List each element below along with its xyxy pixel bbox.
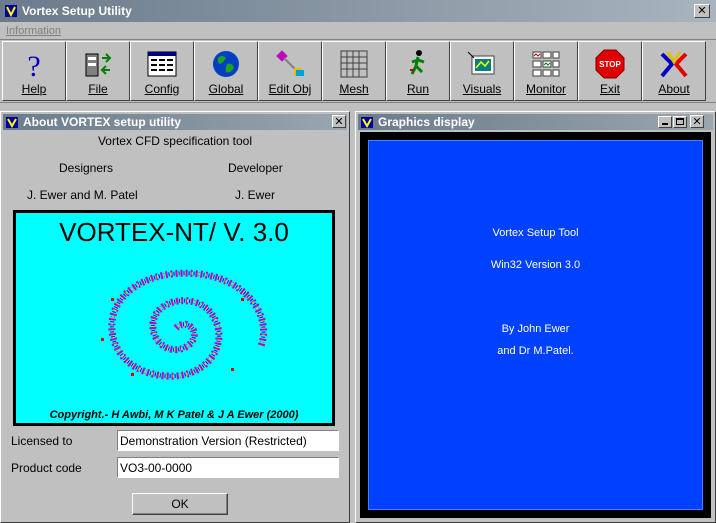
graphics-line-4: and Dr M.Patel. [497, 345, 574, 357]
global-label: Global [208, 82, 244, 96]
graphics-line-3: By John Ewer [501, 323, 570, 335]
app-title: Vortex Setup Utility [22, 4, 132, 18]
maximize-button[interactable] [673, 116, 687, 128]
licensed-label: Licensed to [11, 434, 73, 448]
designers-heading: Designers [59, 161, 114, 175]
about-subtitle: Vortex CFD specification tool [97, 134, 253, 148]
edit-object-icon [276, 50, 304, 76]
graphics-title-bar: Graphics display ✕ [358, 114, 713, 130]
ok-button[interactable]: OK [132, 493, 228, 515]
help-button[interactable]: ? Help [2, 41, 66, 101]
help-icon: ? [27, 50, 40, 80]
logo-title: VORTEX-NT/ V. 3.0 [59, 217, 289, 247]
global-button[interactable]: Global [194, 41, 258, 101]
runner-icon [410, 50, 425, 75]
spiral-graphic [101, 269, 268, 380]
product-code-field: VO3-00-0000 [117, 457, 339, 478]
menu-item-information[interactable]: Information [6, 25, 61, 37]
app-title-bar: Vortex Setup Utility ✕ [0, 0, 716, 22]
help-label: Help [21, 82, 47, 96]
config-button[interactable]: Config [130, 41, 194, 101]
mesh-grid-icon [340, 50, 368, 78]
visuals-button[interactable]: Visuals [450, 41, 514, 101]
vortex-logo: VORTEX-NT/ V. 3.0 Copyright.- H Awbi, M … [13, 210, 335, 426]
file-icon [85, 53, 112, 77]
run-button[interactable]: Run [386, 41, 450, 101]
developer-name: J. Ewer [235, 188, 276, 202]
window-icon [361, 116, 373, 128]
app-icon [5, 5, 17, 18]
visuals-icon [467, 51, 495, 75]
logo-copyright: Copyright.- H Awbi, M K Patel & J A Ewer… [49, 409, 299, 421]
toolbar: ? Help File Config Global Edit Obj Mesh … [0, 41, 716, 103]
edit-obj-button[interactable]: Edit Obj [258, 41, 322, 101]
developer-heading: Developer [228, 161, 283, 175]
exit-label: Exit [599, 82, 620, 96]
licensed-field: Demonstration Version (Restricted) [117, 430, 339, 451]
edit-obj-label: Edit Obj [268, 82, 312, 96]
graphics-close-button[interactable]: ✕ [690, 115, 704, 128]
globe-icon [213, 51, 239, 77]
graphics-window: Graphics display ✕ Vortex Setup Tool Win… [355, 111, 716, 523]
minimize-button[interactable] [658, 116, 672, 128]
mesh-button[interactable]: Mesh [322, 41, 386, 101]
about-title: About VORTEX setup utility [23, 115, 181, 129]
window-icon [6, 116, 18, 128]
mesh-label: Mesh [339, 82, 369, 96]
run-label: Run [406, 82, 429, 96]
about-button[interactable]: About [642, 41, 706, 101]
app-close-button[interactable]: ✕ [694, 4, 710, 18]
about-logo-icon [660, 51, 688, 78]
product-code-label: Product code [11, 461, 82, 475]
graphics-line-2: Win32 Version 3.0 [490, 259, 581, 271]
file-button[interactable]: File [66, 41, 130, 101]
monitor-label: Monitor [525, 82, 566, 96]
about-title-bar: About VORTEX setup utility ✕ [3, 114, 347, 130]
graphics-canvas: Vortex Setup Tool Win32 Version 3.0 By J… [360, 132, 711, 518]
menu-bar: Information [0, 22, 716, 40]
about-label: About [658, 82, 690, 96]
file-label: File [88, 82, 108, 96]
stop-sign-icon: STOP [595, 49, 625, 79]
designers-names: J. Ewer and M. Patel [27, 188, 138, 202]
graphics-display-area: Vortex Setup Tool Win32 Version 3.0 By J… [368, 140, 703, 510]
stop-sign-text: STOP [599, 60, 621, 69]
monitor-icon [532, 51, 560, 77]
graphics-line-1: Vortex Setup Tool [492, 227, 579, 239]
svg-text:?: ? [27, 50, 40, 80]
config-icon [147, 51, 177, 77]
about-close-button[interactable]: ✕ [332, 115, 346, 128]
about-window: About VORTEX setup utility ✕ Vortex CFD … [0, 111, 350, 523]
graphics-title: Graphics display [378, 115, 475, 129]
config-label: Config [144, 82, 180, 96]
visuals-label: Visuals [462, 82, 502, 96]
exit-button[interactable]: STOP Exit [578, 41, 642, 101]
monitor-button[interactable]: Monitor [514, 41, 578, 101]
